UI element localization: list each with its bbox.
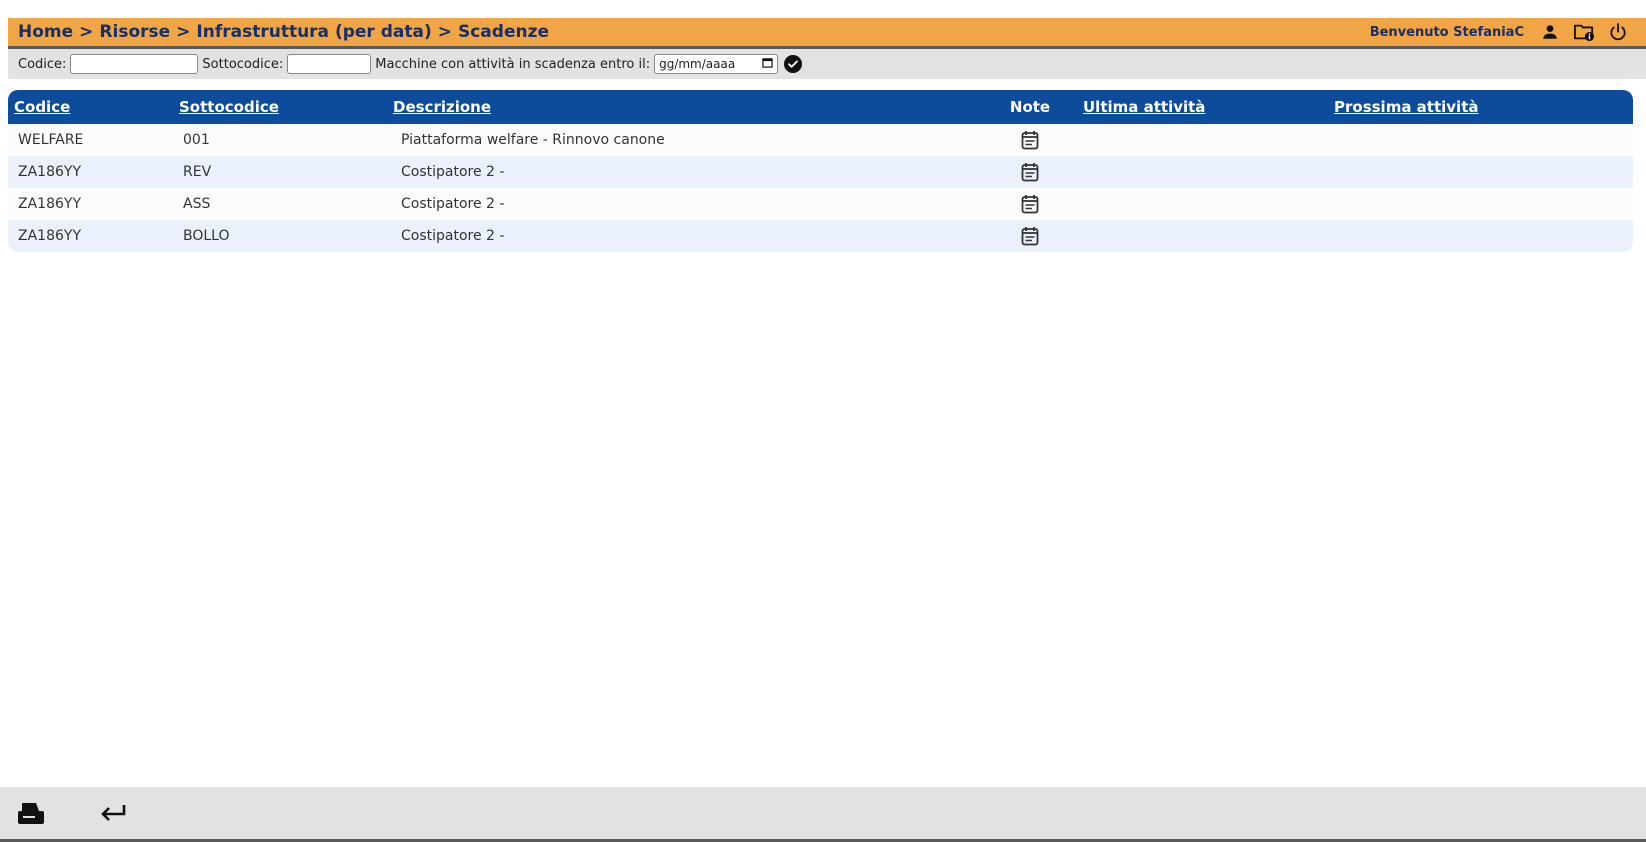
cell-ultima-attivita xyxy=(1077,188,1328,220)
cell-codice: ZA186YY xyxy=(8,188,173,220)
scadenza-label: Macchine con attività in scadenza entro … xyxy=(375,56,651,72)
column-header-note: Note xyxy=(983,90,1077,124)
scadenza-date-input[interactable]: gg/mm/aaaa xyxy=(654,54,779,74)
return-icon[interactable] xyxy=(98,798,128,828)
breadcrumb-infrastruttura[interactable]: Infrastruttura (per data) xyxy=(196,22,431,42)
cell-ultima-attivita xyxy=(1077,124,1328,156)
codice-input[interactable] xyxy=(70,54,199,74)
breadcrumb-separator: > xyxy=(176,22,191,42)
cell-note xyxy=(983,156,1077,188)
note-calendar-icon[interactable] xyxy=(1021,194,1039,214)
breadcrumb-home[interactable]: Home xyxy=(18,22,73,42)
power-icon[interactable] xyxy=(1606,20,1630,44)
breadcrumb: Home > Risorse > Infrastruttura (per dat… xyxy=(8,22,549,42)
cell-descrizione: Costipatore 2 - xyxy=(387,220,983,252)
column-header-descrizione: Descrizione xyxy=(387,90,983,124)
scadenze-table: Codice Sottocodice Descrizione Note Ulti… xyxy=(8,90,1633,252)
sort-codice-link[interactable]: Codice xyxy=(14,98,70,116)
cell-sottocodice: ASS xyxy=(173,188,387,220)
page: Home > Risorse > Infrastruttura (per dat… xyxy=(0,0,1646,842)
cell-prossima-attivita xyxy=(1328,188,1633,220)
note-calendar-icon[interactable] xyxy=(1021,162,1039,182)
folder-info-icon[interactable] xyxy=(1572,20,1596,44)
cell-descrizione: Piattaforma welfare - Rinnovo canone xyxy=(387,124,983,156)
cell-prossima-attivita xyxy=(1328,220,1633,252)
cell-codice: ZA186YY xyxy=(8,220,173,252)
column-header-ultima-attivita: Ultima attività xyxy=(1077,90,1328,124)
welcome-text: Benvenuto StefaniaC xyxy=(1369,24,1524,40)
cell-descrizione: Costipatore 2 - xyxy=(387,156,983,188)
cell-sottocodice: BOLLO xyxy=(173,220,387,252)
print-icon[interactable] xyxy=(16,798,46,828)
table-row[interactable]: ZA186YY BOLLO Costipatore 2 - xyxy=(8,220,1633,252)
column-header-prossima-attivita: Prossima attività xyxy=(1328,90,1633,124)
sort-sottocodice-link[interactable]: Sottocodice xyxy=(179,98,279,116)
note-calendar-icon[interactable] xyxy=(1021,226,1039,246)
codice-label: Codice: xyxy=(18,56,67,72)
filter-bar: Codice: Sottocodice: Macchine con attivi… xyxy=(8,49,1646,79)
user-icon[interactable] xyxy=(1538,20,1562,44)
note-calendar-icon[interactable] xyxy=(1021,130,1039,150)
sottocodice-label: Sottocodice: xyxy=(202,56,284,72)
column-header-sottocodice: Sottocodice xyxy=(173,90,387,124)
cell-sottocodice: REV xyxy=(173,156,387,188)
table-row[interactable]: ZA186YY ASS Costipatore 2 - xyxy=(8,188,1633,220)
table-row[interactable]: ZA186YY REV Costipatore 2 - xyxy=(8,156,1633,188)
sort-descrizione-link[interactable]: Descrizione xyxy=(393,98,491,116)
sottocodice-input[interactable] xyxy=(287,54,372,74)
breadcrumb-risorse[interactable]: Risorse xyxy=(99,22,170,42)
cell-note xyxy=(983,124,1077,156)
cell-prossima-attivita xyxy=(1328,124,1633,156)
scadenze-table-container: Codice Sottocodice Descrizione Note Ulti… xyxy=(8,90,1633,252)
breadcrumb-separator: > xyxy=(437,22,452,42)
breadcrumb-separator: > xyxy=(79,22,94,42)
footer-bar xyxy=(0,787,1646,842)
table-row[interactable]: WELFARE 001 Piattaforma welfare - Rinnov… xyxy=(8,124,1633,156)
date-placeholder: gg/mm/aaaa xyxy=(659,57,736,71)
cell-prossima-attivita xyxy=(1328,156,1633,188)
confirm-filter-button[interactable] xyxy=(784,55,803,73)
header-bar: Home > Risorse > Infrastruttura (per dat… xyxy=(8,18,1646,49)
sort-prossima-attivita-link[interactable]: Prossima attività xyxy=(1334,98,1479,116)
cell-ultima-attivita xyxy=(1077,220,1328,252)
table-header-row: Codice Sottocodice Descrizione Note Ulti… xyxy=(8,90,1633,124)
sort-ultima-attivita-link[interactable]: Ultima attività xyxy=(1083,98,1205,116)
cell-codice: ZA186YY xyxy=(8,156,173,188)
calendar-icon[interactable] xyxy=(762,57,773,71)
cell-ultima-attivita xyxy=(1077,156,1328,188)
cell-note xyxy=(983,220,1077,252)
cell-descrizione: Costipatore 2 - xyxy=(387,188,983,220)
cell-note xyxy=(983,188,1077,220)
column-header-codice: Codice xyxy=(8,90,173,124)
header-user-area: Benvenuto StefaniaC xyxy=(1370,20,1646,44)
cell-sottocodice: 001 xyxy=(173,124,387,156)
breadcrumb-scadenze: Scadenze xyxy=(457,22,550,42)
cell-codice: WELFARE xyxy=(8,124,173,156)
